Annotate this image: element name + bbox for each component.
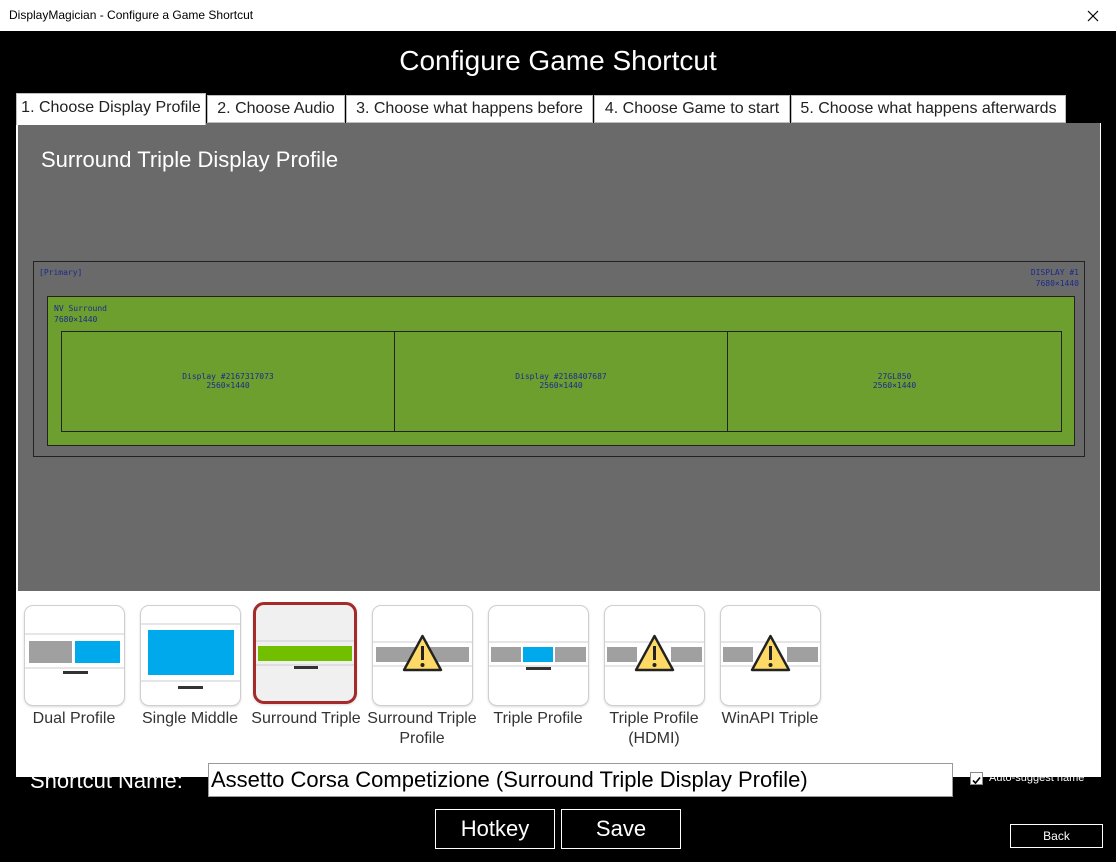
window-title: DisplayMagician - Configure a Game Short… <box>9 8 254 22</box>
shortcut-name-input[interactable] <box>208 763 953 797</box>
warning-icon <box>721 634 820 672</box>
window-client: Configure Game Shortcut 1. Choose Displa… <box>1 31 1115 861</box>
surround-display-3: 27GL850 2560×1440 <box>727 331 1062 432</box>
profile-label: Surround Triple Profile <box>367 710 477 747</box>
surround-group: NV Surround 7680×1440 Display #216731707… <box>47 296 1075 446</box>
display-2-resolution: 2560×1440 <box>539 381 583 390</box>
tab-choose-game[interactable]: 4. Choose Game to start <box>594 95 790 123</box>
dual-monitor-icon <box>25 633 124 674</box>
profile-label: Triple Profile (HDMI) <box>609 710 699 747</box>
display-outline: [Primary] DISPLAY #1 7680×1440 NV Surrou… <box>33 261 1085 457</box>
profile-thumb[interactable] <box>604 605 705 706</box>
profile-label: Dual Profile <box>32 710 116 727</box>
display-3-name: 27GL850 <box>877 372 912 381</box>
auto-suggest-label: Auto-suggest name <box>989 772 1085 784</box>
window-titlebar: DisplayMagician - Configure a Game Short… <box>0 0 1116 31</box>
shortcut-name-label: Shortcut Name: <box>30 768 183 793</box>
profile-label: WinAPI Triple <box>721 710 819 727</box>
profile-label: Surround Triple <box>251 710 361 727</box>
surround-resolution: 7680×1440 <box>54 315 98 324</box>
triple-monitor-icon <box>489 641 588 670</box>
auto-suggest-checkbox[interactable] <box>970 772 983 785</box>
primary-tag: [Primary] <box>39 268 83 277</box>
profile-title: Surround Triple Display Profile <box>41 147 339 172</box>
display-1-name: Display #2167317073 <box>182 372 274 381</box>
page-title: Configure Game Shortcut <box>399 45 717 76</box>
display-name: DISPLAY #1 <box>1030 268 1079 277</box>
warning-icon <box>605 634 704 672</box>
tab-choose-display-profile[interactable]: 1. Choose Display Profile <box>16 93 206 125</box>
profile-label: Triple Profile <box>493 710 583 727</box>
profile-thumb[interactable] <box>24 605 125 706</box>
profile-thumb[interactable] <box>140 605 241 706</box>
surround-display-1: Display #2167317073 2560×1440 <box>61 331 395 432</box>
tab-panel: Surround Triple Display Profile [Primary… <box>16 123 1101 777</box>
hotkey-button[interactable]: Hotkey <box>435 809 555 849</box>
close-icon[interactable] <box>1070 0 1116 31</box>
back-button[interactable]: Back <box>1010 824 1103 848</box>
surround-name: NV Surround <box>54 304 107 313</box>
tab-choose-audio[interactable]: 2. Choose Audio <box>207 95 345 123</box>
display-1-resolution: 2560×1440 <box>206 381 250 390</box>
surround-monitor-icon <box>256 640 354 669</box>
display-resolution: 7680×1440 <box>1035 279 1079 288</box>
display-3-resolution: 2560×1440 <box>872 381 917 390</box>
profile-list: Dual Profile Single Middle Surround Trip… <box>16 597 1101 769</box>
surround-display-2: Display #2168407687 2560×1440 <box>394 331 728 432</box>
checkmark-icon <box>972 776 981 785</box>
single-monitor-icon <box>141 623 240 689</box>
profile-label: Single Middle <box>141 710 239 727</box>
profile-thumb[interactable] <box>488 605 589 706</box>
tab-choose-before[interactable]: 3. Choose what happens before <box>346 95 593 123</box>
save-button[interactable]: Save <box>561 809 681 849</box>
profile-thumb[interactable] <box>372 605 473 706</box>
display-2-name: Display #2168407687 <box>515 372 607 381</box>
tab-choose-afterwards[interactable]: 5. Choose what happens afterwards <box>791 95 1066 123</box>
profile-thumb[interactable] <box>720 605 821 706</box>
display-preview: Surround Triple Display Profile [Primary… <box>18 123 1100 591</box>
warning-icon <box>373 634 472 672</box>
profile-thumb-selected[interactable] <box>253 602 357 704</box>
